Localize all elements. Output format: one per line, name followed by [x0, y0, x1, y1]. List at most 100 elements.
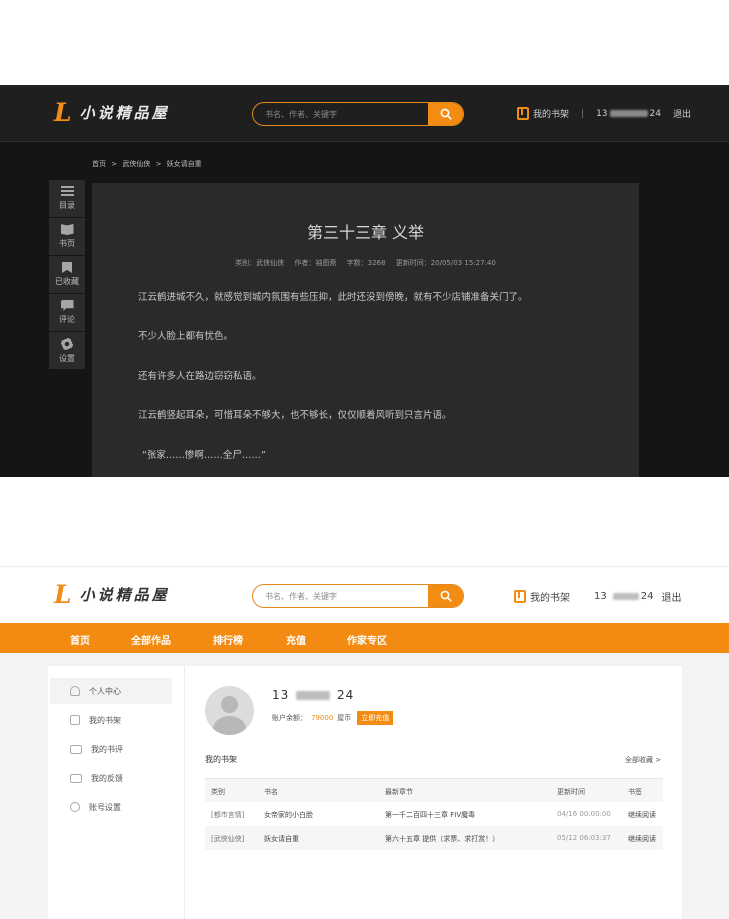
logout-link[interactable]: 退出	[673, 107, 691, 120]
book-icon	[60, 224, 74, 235]
nav-all-works[interactable]: 全部作品	[131, 632, 171, 647]
sidebar-item-collected[interactable]: 已收藏	[49, 256, 85, 293]
meta-words: 字数：3268	[346, 259, 386, 267]
chapter-title: 第三十三章 义举	[306, 223, 425, 242]
envelope-icon	[70, 773, 82, 783]
search-button[interactable]	[428, 103, 463, 125]
book-icon	[70, 715, 80, 725]
chapter-paragraph: 还有许多人在路边窃窃私语。	[138, 371, 262, 382]
nav-rankings[interactable]: 排行榜	[213, 632, 243, 647]
site-logo[interactable]: L 小说精品屋	[54, 98, 170, 127]
bookshelf-icon	[517, 107, 529, 120]
user-icon	[70, 686, 80, 696]
breadcrumb: 首页 > 武侠仙侠 > 妖女请自重	[92, 159, 205, 169]
logout-link[interactable]: 退出	[661, 589, 681, 604]
side-item-label: 我的书架	[89, 715, 121, 725]
username: 13 24	[272, 688, 354, 702]
user-id-prefix[interactable]: 13	[596, 109, 607, 119]
reader-screenshot: L 小说精品屋 我的书架 | 13 24 退出 首页 > 武侠仙侠 > 妖	[0, 85, 729, 477]
account-balance: 账户余额： 79000 屋币 立即充值	[272, 711, 394, 725]
cell-latest-chapter[interactable]: 第一千二百四十三章 FIV魔毒	[385, 810, 475, 820]
nav-author-zone[interactable]: 作家专区	[347, 632, 387, 647]
side-item-profile[interactable]: 个人中心	[50, 678, 172, 704]
cell-category[interactable]: [都市言情]	[211, 810, 244, 820]
cell-book-title[interactable]: 妖女请自重	[264, 834, 299, 844]
logo-text: 小说精品屋	[79, 104, 170, 122]
cell-updated: 04/16 00:00:00	[557, 810, 611, 818]
breadcrumb-separator: >	[155, 160, 162, 168]
side-item-reviews[interactable]: 我的书评	[50, 736, 172, 762]
continue-reading-link[interactable]: 继续阅读	[628, 810, 656, 820]
header-user-area: 我的书架 | 13 24 退出	[517, 107, 691, 120]
bookshelf-icon	[514, 590, 526, 603]
user-panel: 个人中心 我的书架 我的书评 我的反馈 账号设置 13 24 账户余额： 790…	[48, 666, 682, 919]
search-button[interactable]	[428, 585, 463, 607]
side-item-label: 我的书评	[91, 744, 123, 754]
sidebar-item-label: 评论	[59, 315, 75, 324]
table-header-row: 类别 书名 最新章节 更新时间 书签	[205, 778, 663, 802]
user-center-screenshot: L 小说精品屋 我的书架 13 24 退出 首页 全部作品 排行榜 充值 作家专…	[0, 566, 729, 919]
chapter-paragraph: 江云鹤竖起耳朵，可惜耳朵不够大，也不够长，仅仅顺着风听到只言片语。	[138, 410, 452, 421]
my-shelf-link[interactable]: 我的书架	[533, 107, 569, 120]
username-suffix: 24	[336, 688, 355, 702]
my-shelf-link[interactable]: 我的书架	[530, 589, 570, 604]
search-icon	[440, 590, 452, 602]
sidebar-item-label: 书页	[59, 239, 75, 248]
cell-book-title[interactable]: 女帝家的小白脸	[264, 810, 313, 820]
logo-text: 小说精品屋	[79, 586, 170, 604]
search-input[interactable]	[253, 103, 428, 125]
user-center-header: L 小说精品屋 我的书架 13 24 退出	[0, 566, 729, 623]
breadcrumb-category[interactable]: 武侠仙侠	[122, 160, 150, 168]
cell-category[interactable]: [武侠仙侠]	[211, 834, 244, 844]
sidebar-item-comments[interactable]: 评论	[49, 294, 85, 331]
balance-amount: 79000	[311, 714, 334, 722]
continue-reading-link[interactable]: 继续阅读	[628, 834, 656, 844]
shelf-section-title: 我的书架	[205, 755, 237, 764]
logo-mark-icon: L	[54, 98, 72, 127]
chapter-paragraph: “张家……惨啊……全尸……”	[142, 450, 266, 461]
cell-latest-chapter[interactable]: 第六十五章 提供（求票、求打赏！）	[385, 834, 499, 844]
side-item-feedback[interactable]: 我的反馈	[50, 765, 172, 791]
breadcrumb-home[interactable]: 首页	[92, 160, 106, 168]
balance-label: 账户余额：	[272, 714, 307, 722]
site-logo[interactable]: L 小说精品屋	[54, 580, 170, 609]
side-item-label: 我的反馈	[91, 773, 123, 783]
reader-sidebar: 目录 书页 已收藏 评论 设置	[49, 180, 85, 370]
user-side-nav: 个人中心 我的书架 我的书评 我的反馈 账号设置	[48, 666, 185, 919]
comment-icon	[70, 744, 82, 754]
chapter-meta: 类别：武侠仙侠 作者：袖图斋 字数：3268 更新时间：20/05/03 15:…	[92, 258, 639, 268]
reader-header: L 小说精品屋 我的书架 | 13 24 退出	[0, 85, 729, 142]
sidebar-item-settings[interactable]: 设置	[49, 332, 85, 369]
divider: |	[581, 108, 585, 119]
all-favorites-link[interactable]: 全部收藏 >	[625, 755, 661, 765]
search-icon	[440, 108, 452, 120]
sidebar-item-label: 设置	[59, 353, 75, 363]
breadcrumb-book[interactable]: 妖女请自重	[167, 160, 202, 168]
side-item-label: 个人中心	[89, 686, 121, 696]
search-input[interactable]	[253, 585, 428, 607]
side-item-account-settings[interactable]: 账号设置	[50, 794, 172, 820]
user-id-suffix[interactable]: 24	[641, 591, 654, 602]
user-id-prefix[interactable]: 13	[594, 591, 607, 602]
table-row: [武侠仙侠] 妖女请自重 第六十五章 提供（求票、求打赏！） 05/12 06:…	[205, 826, 663, 850]
sidebar-item-toc[interactable]: 目录	[49, 180, 85, 217]
meta-category: 类别：武侠仙侠	[235, 259, 285, 267]
sidebar-item-book-page[interactable]: 书页	[49, 218, 85, 255]
avatar[interactable]	[205, 686, 254, 735]
recharge-button[interactable]: 立即充值	[357, 711, 394, 725]
header-user-area: 我的书架 13 24 退出	[514, 589, 681, 604]
breadcrumb-separator: >	[111, 160, 118, 168]
side-item-shelf[interactable]: 我的书架	[50, 707, 172, 733]
logo-mark-icon: L	[54, 580, 72, 609]
chapter-paragraph: 不少人脸上都有忧色。	[138, 331, 234, 342]
nav-home[interactable]: 首页	[70, 632, 90, 647]
shelf-table: 类别 书名 最新章节 更新时间 书签 [都市言情] 女帝家的小白脸 第一千二百四…	[205, 778, 663, 850]
main-nav: 首页 全部作品 排行榜 充值 作家专区	[0, 623, 729, 653]
username-prefix: 13	[272, 688, 290, 702]
nav-recharge[interactable]: 充值	[286, 632, 306, 647]
side-item-label: 账号设置	[89, 802, 121, 812]
search-box	[252, 584, 464, 608]
col-header-latest-chapter: 最新章节	[385, 788, 413, 796]
user-id-suffix[interactable]: 24	[650, 109, 661, 119]
search-box	[252, 102, 464, 126]
